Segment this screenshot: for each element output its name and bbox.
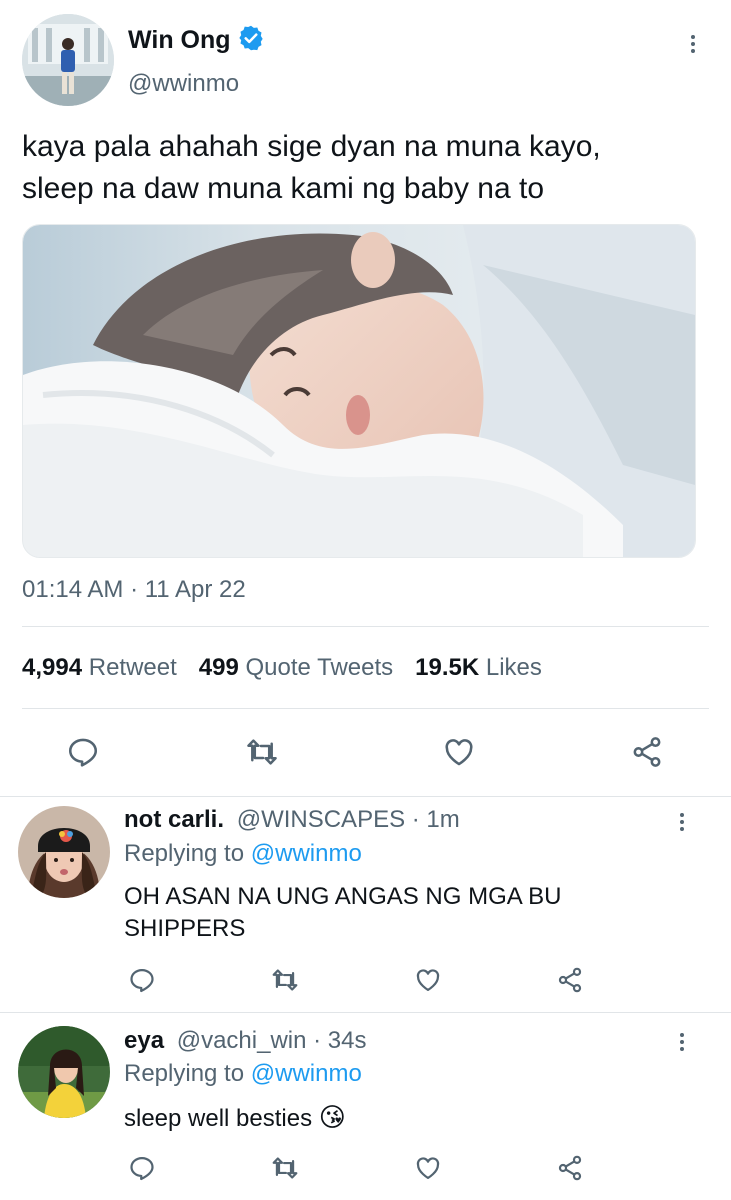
reply-button[interactable] [66,735,100,769]
reply-author-handle[interactable]: @vachi_win [177,1027,307,1054]
quotes-count: 499 [198,654,239,681]
share-icon [630,735,664,769]
likes-count: 19.5K [415,654,480,681]
verified-badge-icon [237,24,265,57]
reply-text: OH ASAN NA UNG ANGAS NG MGA BU SHIPPERS [124,881,561,945]
replying-to-link[interactable]: @wwinmo [251,1060,362,1087]
reply-time: · 1m [411,806,460,833]
kissing-emoji: 😘 [318,1102,346,1132]
author-avatar[interactable] [22,14,114,106]
tweet-stats: 4,994 Retweet 499 Quote Tweets 19.5K Lik… [22,654,542,682]
like-button[interactable] [413,1154,443,1182]
like-button[interactable] [441,735,477,769]
author-handle[interactable]: @wwinmo [128,70,239,98]
divider [22,708,709,709]
share-button[interactable] [556,1154,584,1182]
more-options-icon[interactable] [670,1030,694,1054]
likes-label: Likes [485,654,542,681]
divider [0,1012,731,1013]
share-button[interactable] [556,966,584,994]
divider [0,796,731,797]
reply-author-name[interactable]: not carli. [124,806,224,833]
tweet-image[interactable] [22,224,696,558]
reply-button[interactable] [128,966,156,994]
reply-icon [128,1154,156,1182]
reply-icon [66,735,100,769]
divider [22,626,709,627]
replying-to-link[interactable]: @wwinmo [251,840,362,867]
retweet-icon [270,1154,300,1182]
retweet-button[interactable] [244,735,280,769]
more-options-icon[interactable] [681,32,705,56]
quotes-label: Quote Tweets [245,654,394,681]
like-button[interactable] [413,966,443,994]
tweet-text-line: sleep na daw muna kami ng baby na to [22,172,544,205]
retweets-label: Retweet [88,654,177,681]
replying-to-label: Replying to [124,1060,245,1087]
retweets-stat[interactable]: 4,994 Retweet [22,654,177,682]
tweet-timestamp: 01:14 AM · 11 Apr 22 [22,576,246,603]
retweet-icon [244,735,280,769]
retweet-button[interactable] [270,1154,300,1182]
reply-button[interactable] [128,1154,156,1182]
reply-text: sleep well besties 😘 [124,1101,346,1135]
replying-to-label: Replying to [124,840,245,867]
retweet-button[interactable] [270,966,300,994]
more-options-icon[interactable] [670,810,694,834]
quotes-stat[interactable]: 499 Quote Tweets [199,654,393,682]
share-icon [556,1154,584,1182]
retweets-count: 4,994 [22,654,83,681]
tweet-text-line: kaya pala ahahah sige dyan na muna kayo, [22,130,601,163]
reply-author-name[interactable]: eya [124,1027,164,1054]
like-icon [413,1154,443,1182]
share-icon [556,966,584,994]
reply-text-line: OH ASAN NA UNG ANGAS NG MGA BU [124,883,562,910]
author-name[interactable]: Win Ong [128,26,231,55]
reply-text-line: sleep well besties [124,1105,313,1132]
reply-time: · 34s [313,1027,367,1054]
like-icon [441,735,477,769]
like-icon [413,966,443,994]
tweet-text: kaya pala ahahah sige dyan na muna kayo,… [22,126,601,210]
reply-author-handle[interactable]: @WINSCAPES [237,806,405,833]
reply-text-line: SHIPPERS [124,915,246,942]
share-button[interactable] [630,735,664,769]
likes-stat[interactable]: 19.5K Likes [415,654,542,682]
reply-avatar[interactable] [18,806,110,898]
retweet-icon [270,966,300,994]
reply-avatar[interactable] [18,1026,110,1118]
reply-icon [128,966,156,994]
